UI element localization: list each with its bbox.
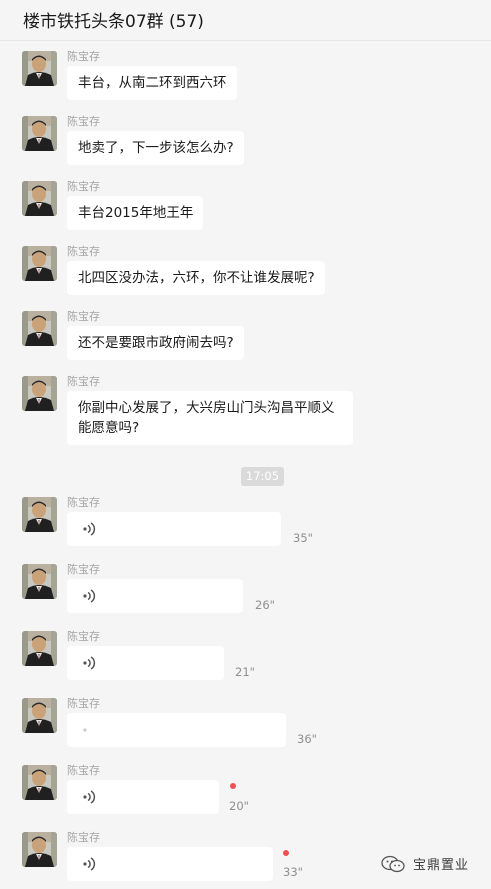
sender-name: 陈宝存: [67, 310, 100, 323]
avatar[interactable]: [22, 698, 57, 733]
voice-wave-icon: [83, 790, 96, 804]
voice-bubble[interactable]: [67, 579, 243, 613]
voice-wave-icon: [83, 857, 96, 871]
avatar[interactable]: [22, 631, 57, 666]
voice-duration: 26": [255, 598, 275, 612]
message-bubble[interactable]: 丰台2015年地王年: [67, 196, 204, 230]
voice-duration: 33": [283, 865, 303, 879]
voice-duration: 20": [229, 799, 249, 813]
sender-name: 陈宝存: [67, 831, 100, 844]
sender-name: 陈宝存: [67, 764, 100, 777]
unread-dot: [230, 783, 236, 789]
avatar[interactable]: [22, 765, 57, 800]
sender-name: 陈宝存: [67, 50, 100, 63]
voice-wave-icon: [83, 728, 87, 732]
voice-wave-icon: [83, 522, 96, 536]
sender-name: 陈宝存: [67, 697, 100, 710]
message-bubble[interactable]: 还不是要跟市政府闹去吗?: [67, 326, 244, 360]
voice-bubble[interactable]: [67, 780, 219, 814]
chat-title: 楼市铁托头条07群 (57): [23, 12, 204, 32]
sender-name: 陈宝存: [67, 245, 100, 258]
voice-wave-icon: [83, 656, 96, 670]
sender-name: 陈宝存: [67, 496, 100, 509]
avatar[interactable]: [22, 246, 57, 281]
avatar[interactable]: [22, 311, 57, 346]
avatar[interactable]: [22, 564, 57, 599]
voice-bubble[interactable]: [67, 713, 286, 747]
chat-header: 楼市铁托头条07群 (57): [0, 0, 491, 41]
voice-bubble[interactable]: [67, 646, 224, 680]
voice-duration: 36": [297, 732, 317, 746]
voice-duration: 21": [235, 665, 255, 679]
voice-wave-icon: [83, 589, 96, 603]
message-bubble[interactable]: 北四区没办法，六环，你不让谁发展呢?: [67, 261, 325, 295]
avatar[interactable]: [22, 497, 57, 532]
message-bubble[interactable]: 你副中心发展了，大兴房山门头沟昌平顺义能愿意吗?: [67, 391, 353, 445]
time-divider: 17:05: [241, 467, 284, 486]
avatar[interactable]: [22, 116, 57, 151]
message-bubble[interactable]: 地卖了，下一步该怎么办?: [67, 131, 244, 165]
avatar[interactable]: [22, 181, 57, 216]
sender-name: 陈宝存: [67, 563, 100, 576]
voice-bubble[interactable]: [67, 847, 273, 881]
wechat-official-account-icon: [381, 855, 405, 873]
unread-dot: [283, 850, 289, 856]
voice-bubble[interactable]: [67, 512, 281, 546]
sender-name: 陈宝存: [67, 375, 100, 388]
watermark-text: 宝鼎置业: [413, 858, 470, 873]
avatar[interactable]: [22, 51, 57, 86]
sender-name: 陈宝存: [67, 630, 100, 643]
sender-name: 陈宝存: [67, 180, 100, 193]
message-bubble[interactable]: 丰台，从南二环到西六环: [67, 66, 237, 100]
avatar[interactable]: [22, 376, 57, 411]
sender-name: 陈宝存: [67, 115, 100, 128]
avatar[interactable]: [22, 832, 57, 867]
voice-duration: 35": [293, 531, 313, 545]
